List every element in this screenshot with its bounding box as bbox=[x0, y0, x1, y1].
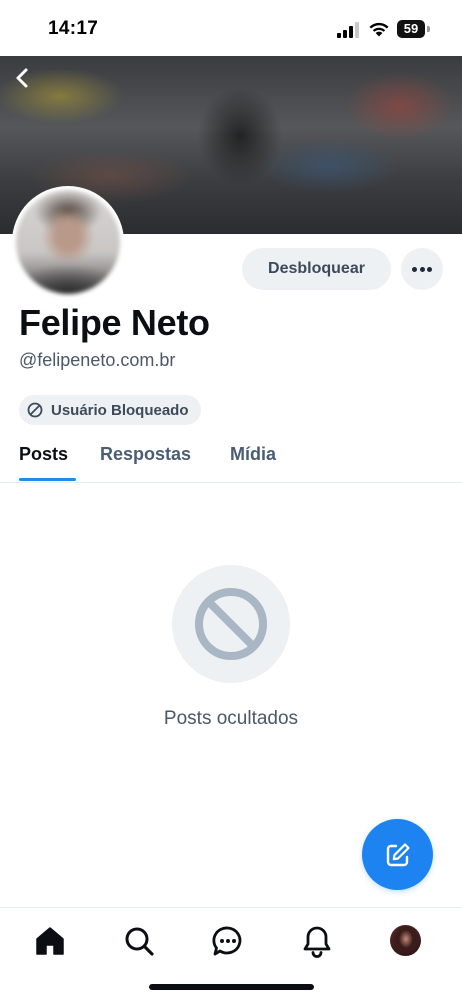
status-bar: 14:17 59 bbox=[0, 0, 462, 56]
cellular-signal-icon bbox=[337, 22, 359, 38]
battery-icon: 59 bbox=[397, 20, 431, 38]
compose-icon bbox=[386, 843, 410, 867]
blocked-badge-label: Usuário Bloqueado bbox=[51, 401, 189, 419]
status-time: 14:17 bbox=[48, 18, 99, 39]
profile-nav-avatar[interactable] bbox=[390, 925, 421, 956]
tab-posts[interactable]: Posts bbox=[19, 444, 68, 465]
home-icon[interactable] bbox=[33, 924, 67, 958]
user-handle: @felipeneto.com.br bbox=[19, 350, 176, 370]
bell-icon[interactable] bbox=[300, 924, 334, 958]
display-name: Felipe Neto bbox=[19, 302, 210, 343]
dot bbox=[412, 267, 417, 272]
active-tab-indicator bbox=[19, 478, 76, 481]
blocked-user-badge: Usuário Bloqueado bbox=[19, 395, 201, 425]
dot bbox=[419, 267, 425, 272]
empty-state-text: Posts ocultados bbox=[163, 708, 299, 729]
search-icon[interactable] bbox=[122, 924, 156, 958]
back-arrow-icon[interactable] bbox=[10, 64, 36, 92]
unblock-button[interactable]: Desbloquear bbox=[242, 248, 391, 290]
profile-avatar[interactable] bbox=[12, 186, 124, 298]
blocked-icon bbox=[195, 588, 267, 660]
tab-midia[interactable]: Mídia bbox=[230, 444, 276, 465]
blocked-icon bbox=[27, 402, 43, 418]
profile-avatar-image bbox=[16, 190, 120, 294]
profile-tabs: Posts Respostas Mídia bbox=[0, 432, 462, 483]
home-indicator bbox=[149, 984, 314, 990]
dot bbox=[427, 267, 432, 272]
battery-level: 59 bbox=[397, 20, 425, 38]
chat-icon[interactable] bbox=[211, 924, 245, 958]
battery-cap bbox=[427, 26, 430, 32]
compose-button[interactable] bbox=[362, 819, 433, 890]
wifi-icon bbox=[369, 22, 389, 37]
empty-state-icon-circle bbox=[172, 565, 290, 683]
more-options-button[interactable] bbox=[401, 248, 443, 290]
tab-respostas[interactable]: Respostas bbox=[100, 444, 191, 465]
